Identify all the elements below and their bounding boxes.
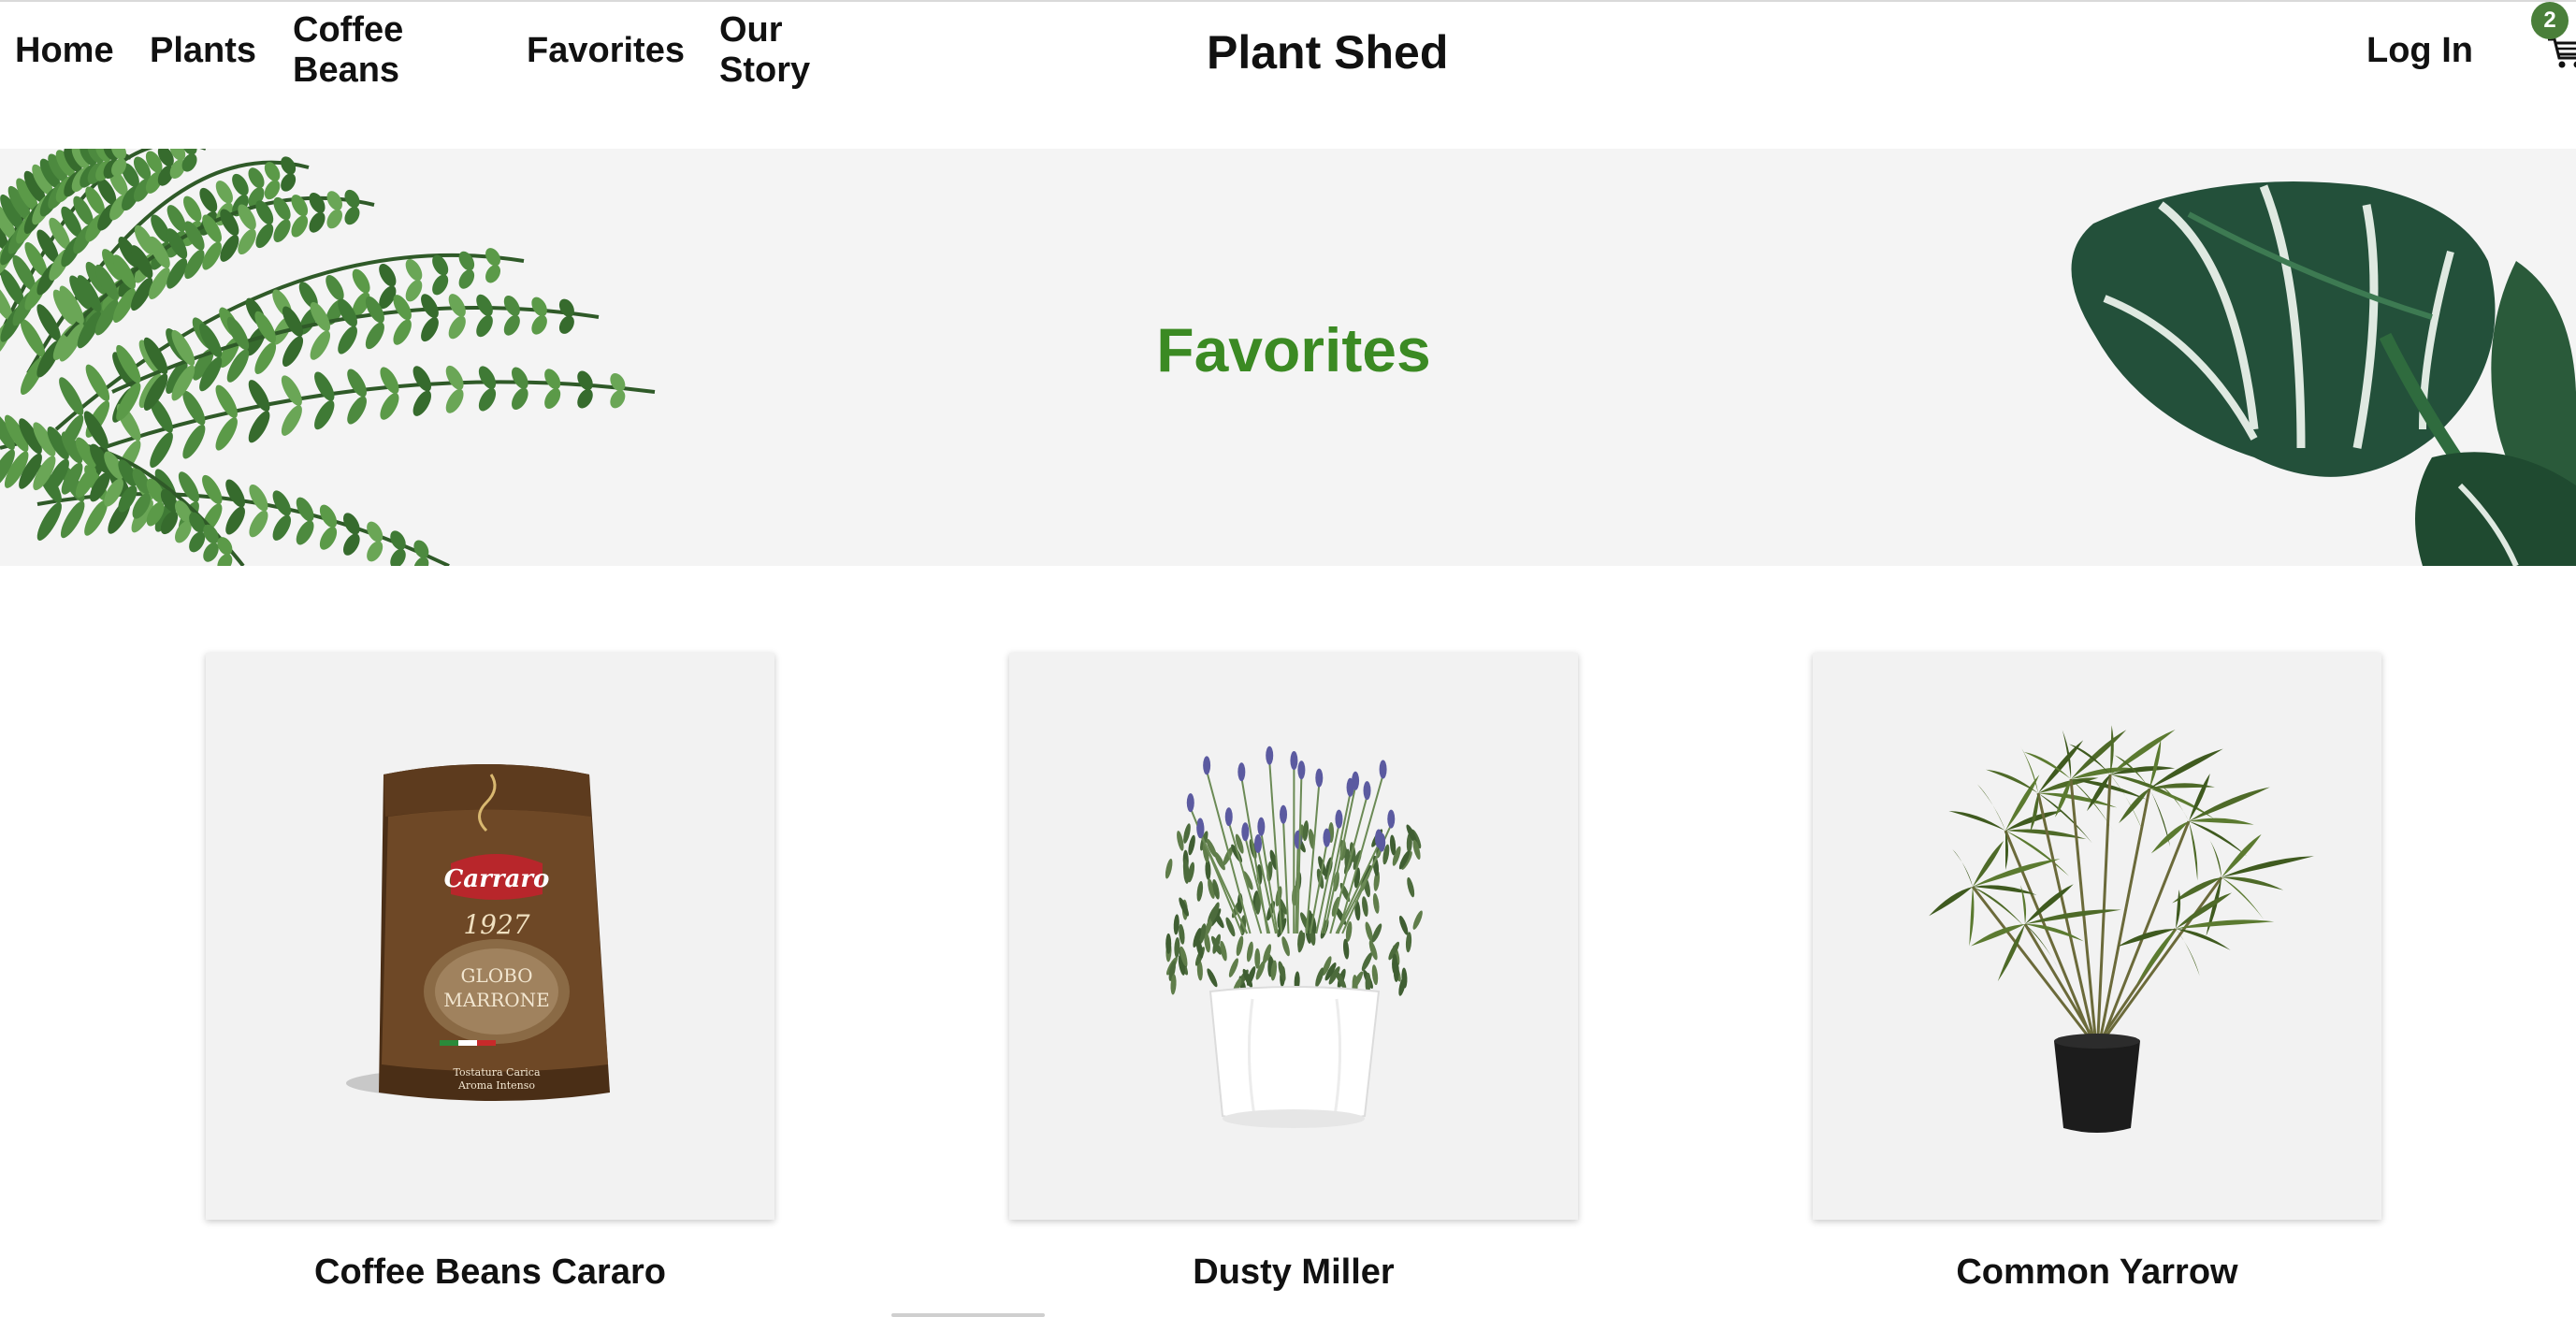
product-card-coffee[interactable]: Carraro 1927 GLOBO MARRONE Tostatura Car… — [206, 653, 774, 1220]
nav-coffee-beans-link[interactable]: Coffee Beans — [293, 10, 403, 91]
nav-plants-label: Plants — [150, 31, 256, 70]
packaging-note2-text: Aroma Intenso — [457, 1079, 535, 1092]
site-logo-text[interactable]: Plant Shed — [1207, 26, 1448, 79]
login-link[interactable]: Log In — [2366, 31, 2473, 71]
nav-home-link[interactable]: Home — [15, 31, 114, 71]
potted-lavender-image — [1009, 653, 1578, 1220]
nav-story-label-line1: Our — [719, 10, 810, 51]
nav-our-story-link[interactable]: Our Story — [719, 10, 810, 91]
nav-plants-link[interactable]: Plants — [150, 31, 256, 71]
product-name-coffee[interactable]: Coffee Beans Cararo — [206, 1252, 774, 1293]
scroll-indicator — [891, 1313, 1045, 1317]
hero-banner: Favorites — [0, 149, 2576, 566]
product-name-dusty-miller[interactable]: Dusty Miller — [1009, 1252, 1578, 1293]
page-title: Favorites — [0, 315, 2576, 384]
potted-palm-image — [1813, 653, 2381, 1220]
coffee-bag-image: Carraro 1927 GLOBO MARRONE Tostatura Car… — [206, 653, 774, 1220]
nav-home-label: Home — [15, 31, 114, 70]
nav-favorites-link[interactable]: Favorites — [527, 31, 685, 71]
packaging-note1-text: Tostatura Carica — [453, 1066, 540, 1078]
product-card-dusty-miller[interactable] — [1009, 653, 1578, 1220]
cart-count-badge: 2 — [2531, 2, 2569, 39]
packaging-line2-text: MARRONE — [443, 989, 550, 1011]
nav-story-label-line2: Story — [719, 51, 810, 91]
nav-coffee-label-line1: Coffee — [293, 10, 403, 51]
packaging-brand-text: Carraro — [444, 865, 550, 893]
nav-favorites-label: Favorites — [527, 31, 685, 70]
nav-coffee-label-line2: Beans — [293, 51, 403, 91]
site-header: Home Plants Coffee Beans Favorites Our S… — [0, 2, 2576, 149]
product-name-common-yarrow[interactable]: Common Yarrow — [1813, 1252, 2381, 1293]
product-card-common-yarrow[interactable] — [1813, 653, 2381, 1220]
packaging-year-text: 1927 — [463, 909, 529, 940]
packaging-line1-text: GLOBO — [460, 964, 532, 987]
